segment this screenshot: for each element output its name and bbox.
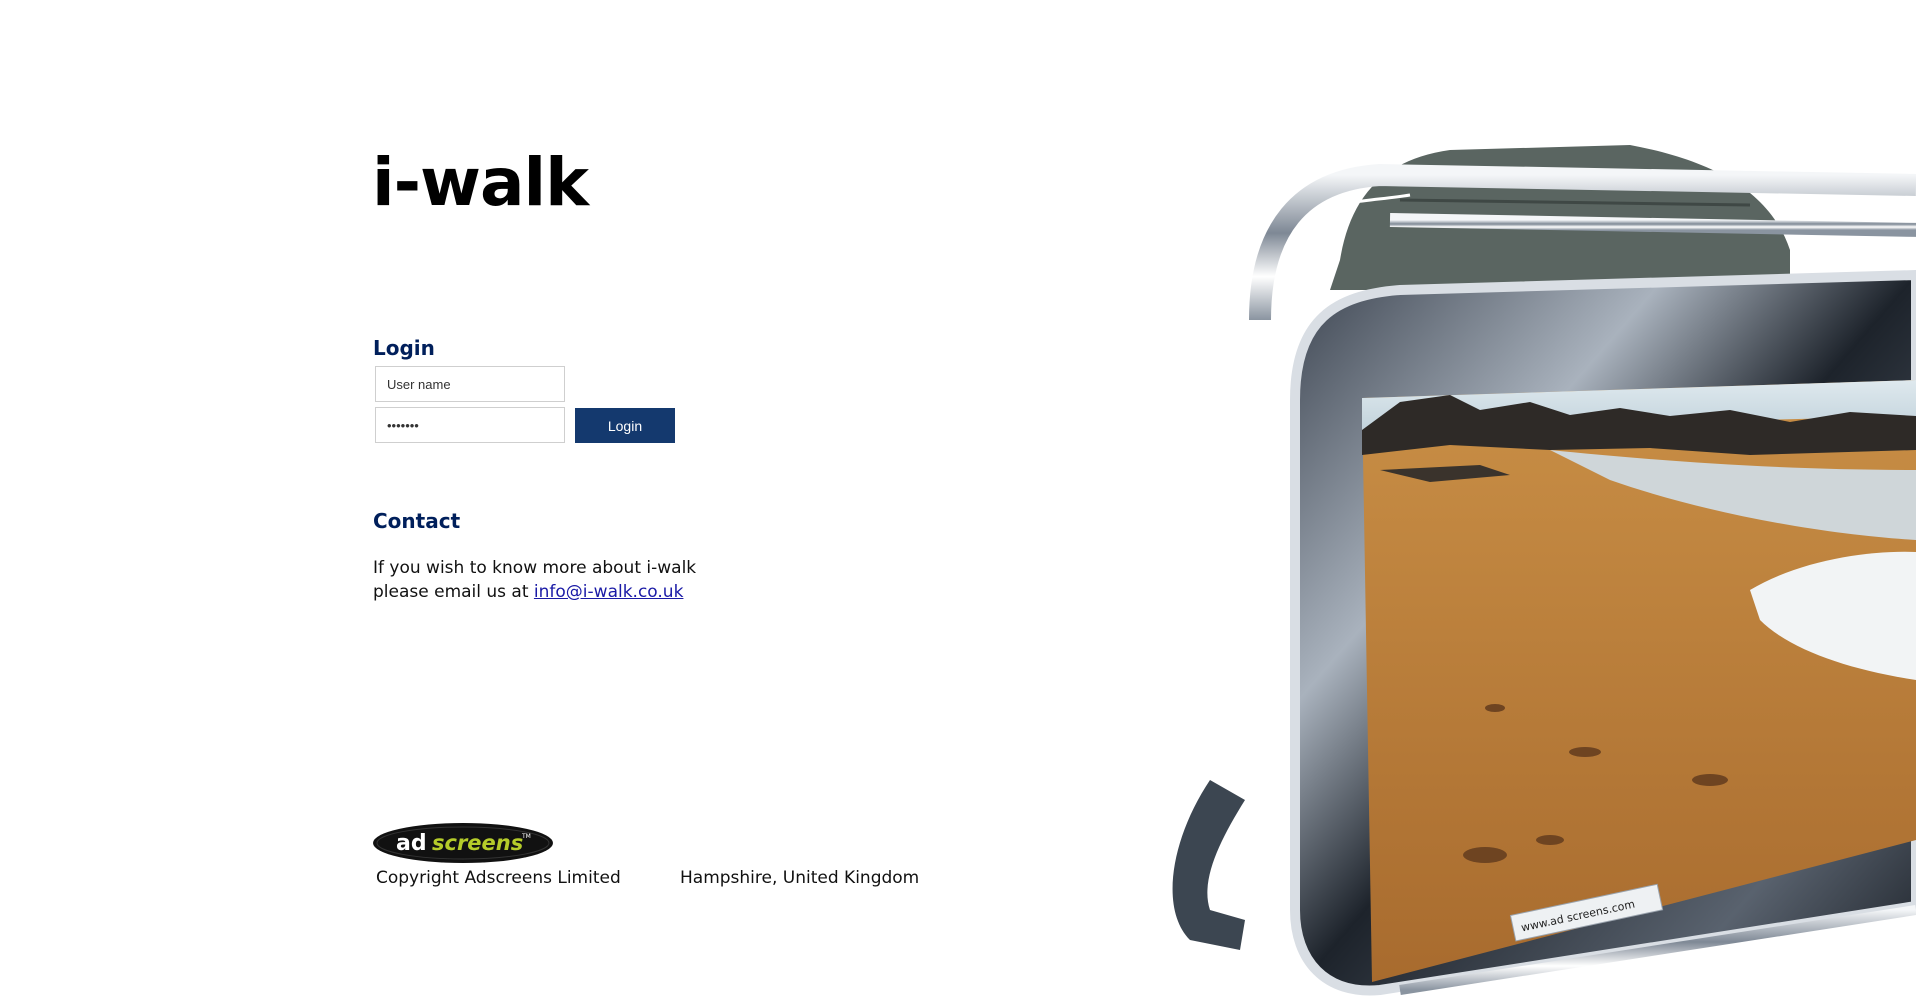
footer-location: Hampshire, United Kingdom <box>680 868 920 888</box>
logo-trademark: TM <box>521 833 531 840</box>
login-heading: Login <box>373 336 435 360</box>
password-input[interactable] <box>375 407 565 443</box>
page-title: i-walk <box>372 144 589 221</box>
adscreens-logo: ad screens TM <box>373 823 553 863</box>
login-button[interactable]: Login <box>575 408 675 443</box>
contact-heading: Contact <box>373 509 461 533</box>
logo-text-ad: ad <box>396 831 427 856</box>
login-page: i-walk Login Login Contact If you wish t… <box>0 0 1916 1006</box>
footer-copyright: Copyright Adscreens Limited <box>376 868 621 888</box>
logo-text-screens: screens <box>432 831 523 855</box>
contact-text: If you wish to know more about i-walk pl… <box>373 556 696 604</box>
contact-line-1: If you wish to know more about i-walk <box>373 558 697 578</box>
strap-shape <box>1172 780 1245 950</box>
contact-line-2-prefix: please email us at <box>373 582 529 602</box>
username-input[interactable] <box>375 366 565 402</box>
hero-walker-image: www.ad screens.com <box>1172 145 1916 1006</box>
contact-email-link[interactable]: info@i-walk.co.uk <box>534 582 684 602</box>
